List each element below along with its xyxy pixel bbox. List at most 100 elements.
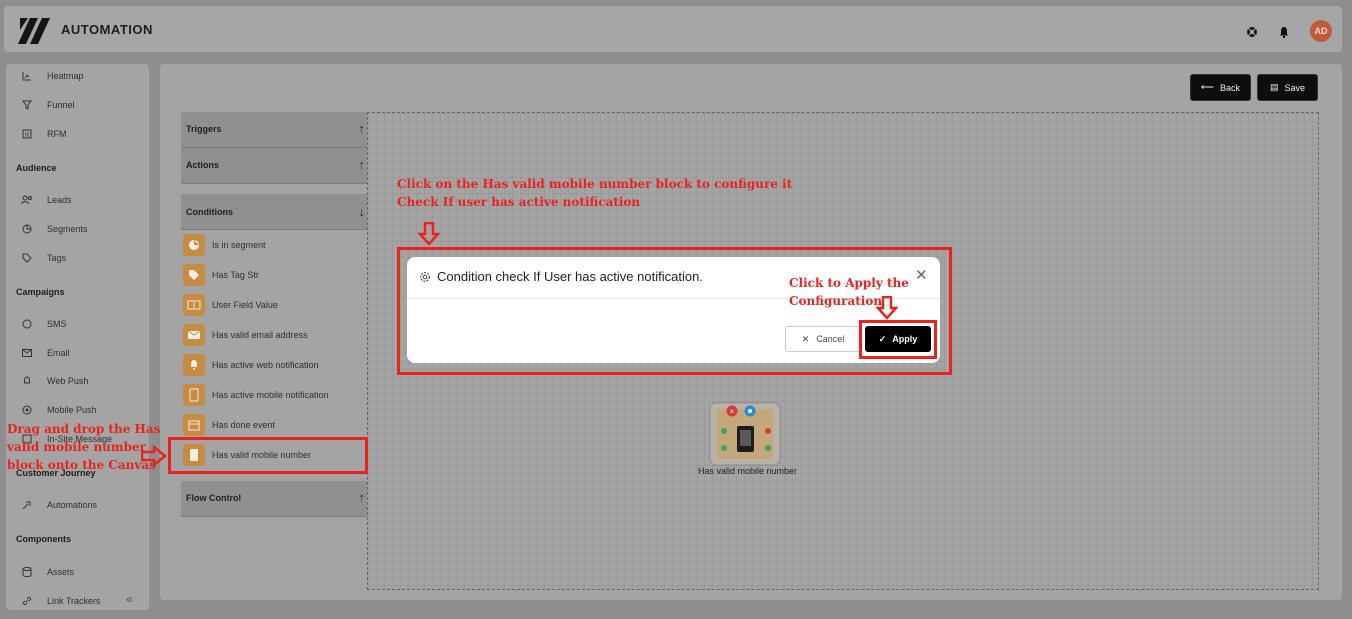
arrow-up-icon: ↑	[358, 157, 366, 172]
condition-has-done-event[interactable]: Has done event	[183, 413, 275, 437]
condition-label: Is in segment	[212, 240, 266, 250]
calendar-icon	[183, 414, 205, 436]
conditions-section[interactable]: Conditions ↓	[181, 194, 367, 230]
back-label: Back	[1219, 82, 1240, 93]
svg-text:×: ×	[730, 407, 735, 416]
sidebar-item-label: Heatmap	[47, 71, 84, 81]
arrow-down-annotation-icon	[876, 296, 898, 320]
annotation-top-line1: Click on the Has valid mobile number blo…	[397, 177, 793, 191]
leads-icon	[20, 193, 34, 207]
annotation-apply-line2: Configuration	[789, 294, 883, 308]
web-push-icon	[20, 374, 34, 388]
sms-icon	[20, 317, 34, 331]
condition-label: Has valid email address	[212, 330, 308, 340]
actions-label: Actions	[186, 160, 220, 170]
annotation-apply-line1: Click to Apply the	[789, 276, 909, 290]
email-check-icon	[183, 324, 205, 346]
condition-user-field-value[interactable]: User Field Value	[183, 293, 278, 317]
arrow-left-icon: ⟵	[1201, 82, 1214, 92]
triggers-section[interactable]: Triggers ↑	[181, 112, 367, 148]
avatar[interactable]: AD	[1310, 20, 1332, 42]
condition-has-valid-email[interactable]: Has valid email address	[183, 323, 308, 347]
sidebar-item-label: Web Push	[47, 376, 89, 386]
mobile-number-block[interactable]: ×	[709, 401, 781, 469]
arrow-right-annotation-icon	[141, 445, 167, 467]
sidebar-item-link-trackers[interactable]: Link Trackers	[20, 593, 101, 609]
triggers-label: Triggers	[186, 124, 222, 134]
svg-text:R: R	[25, 133, 30, 139]
save-button[interactable]: ▤ Save	[1257, 74, 1318, 101]
condition-has-tag-str[interactable]: Has Tag Str	[183, 263, 259, 287]
condition-label: Has Tag Str	[212, 270, 259, 280]
sidebar-item-sms[interactable]: SMS	[20, 316, 67, 332]
sidebar-item-label: Leads	[47, 195, 72, 205]
condition-has-active-mobile-notification[interactable]: Has active mobile notification	[183, 383, 329, 407]
app-title: AUTOMATION	[61, 22, 153, 37]
block-label: Has valid mobile number	[697, 466, 798, 476]
arrow-up-icon: ↑	[358, 121, 366, 136]
sidebar-item-rfm[interactable]: R RFM	[20, 126, 67, 142]
apply-highlight-box	[859, 320, 937, 359]
sidebar-item-label: SMS	[47, 319, 67, 329]
sidebar-item-label: Assets	[47, 567, 75, 577]
sidebar-item-label: Link Trackers	[47, 596, 101, 606]
arrow-up-icon: ↑	[358, 490, 366, 505]
sidebar-item-funnel[interactable]: Funnel	[20, 97, 75, 113]
actions-section[interactable]: Actions ↑	[181, 148, 367, 184]
rfm-icon: R	[20, 127, 34, 141]
sidebar-item-label: Mobile Push	[47, 405, 97, 415]
section-components: Components	[16, 534, 71, 544]
automations-icon	[20, 498, 34, 512]
condition-has-active-web-notification[interactable]: Has active web notification	[183, 353, 319, 377]
heatmap-icon	[20, 69, 34, 83]
pie-chart-icon	[183, 234, 205, 256]
flow-control-section[interactable]: Flow Control ↑	[181, 481, 367, 517]
logo-icon	[18, 18, 50, 44]
sidebar-item-heatmap[interactable]: Heatmap	[20, 68, 84, 84]
collapse-sidebar-icon[interactable]: «	[126, 592, 133, 606]
conditions-label: Conditions	[186, 207, 233, 217]
sidebar-item-web-push[interactable]: Web Push	[20, 373, 88, 389]
arrow-down-annotation-icon	[418, 222, 440, 246]
condition-label: Has active web notification	[212, 360, 319, 370]
sidebar-item-label: Segments	[47, 224, 88, 234]
sidebar-item-tags[interactable]: Tags	[20, 250, 66, 266]
annotation-drag-line1: Drag and drop the Has	[7, 422, 161, 436]
sidebar: Heatmap Funnel R RFM Audience Leads Segm…	[6, 64, 149, 610]
sidebar-item-label: Email	[47, 348, 70, 358]
annotation-top-line2: Check If user has active notification	[397, 195, 641, 209]
sidebar-item-label: Funnel	[47, 100, 75, 110]
sidebar-item-label: Automations	[47, 500, 98, 510]
annotation-drag-line3: block onto the Canvas	[7, 458, 156, 472]
sidebar-item-mobile-push[interactable]: Mobile Push	[20, 402, 97, 418]
field-icon	[183, 294, 205, 316]
mobile-block-highlight-box	[168, 437, 368, 474]
bell-icon[interactable]	[1278, 26, 1290, 38]
sidebar-item-assets[interactable]: Assets	[20, 564, 74, 580]
funnel-icon	[20, 98, 34, 112]
save-label: Save	[1284, 82, 1306, 93]
tag-icon	[183, 264, 205, 286]
sidebar-item-email[interactable]: Email	[20, 345, 70, 361]
sidebar-item-label: RFM	[47, 129, 67, 139]
arrow-down-icon: ↓	[358, 204, 366, 219]
mobile-notification-icon	[183, 384, 205, 406]
link-trackers-icon	[20, 594, 34, 608]
assets-icon	[20, 565, 34, 579]
section-campaigns: Campaigns	[16, 287, 65, 297]
support-icon[interactable]	[1246, 26, 1258, 38]
top-header: AUTOMATION AD	[4, 6, 1342, 52]
sidebar-item-automations[interactable]: Automations	[20, 497, 97, 513]
back-button[interactable]: ⟵ Back	[1190, 74, 1251, 101]
file-icon: ▤	[1269, 82, 1279, 92]
condition-label: Has done event	[212, 420, 276, 430]
condition-label: Has active mobile notification	[212, 390, 329, 400]
condition-is-in-segment[interactable]: Is in segment	[183, 233, 266, 257]
sidebar-item-leads[interactable]: Leads	[20, 192, 72, 208]
condition-label: User Field Value	[212, 300, 278, 310]
sidebar-item-segments[interactable]: Segments	[20, 221, 88, 237]
mobile-push-icon	[20, 403, 34, 417]
web-notification-icon	[183, 354, 205, 376]
tags-icon	[20, 251, 34, 265]
flow-control-label: Flow Control	[186, 493, 241, 503]
